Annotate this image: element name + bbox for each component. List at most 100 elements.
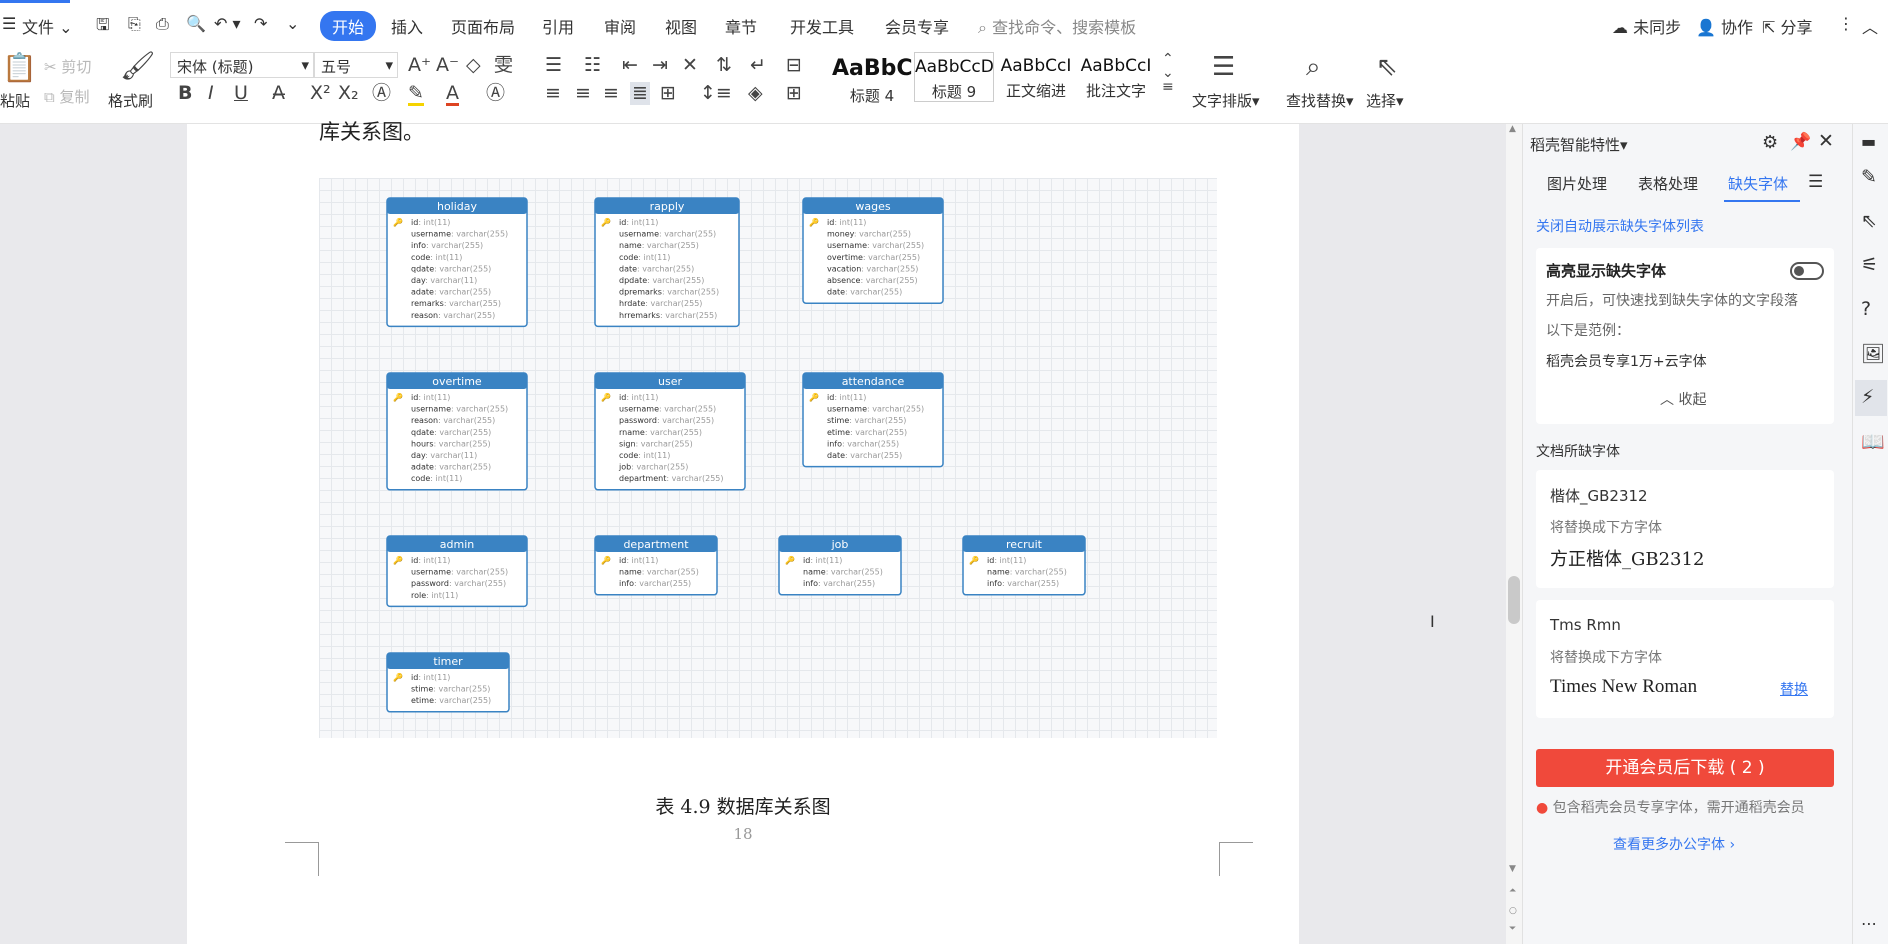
help-icon[interactable]: ? [1861,298,1871,320]
export-pdf-icon[interactable]: ⎘ [128,14,141,34]
tab-chapter[interactable]: 章节 [725,14,757,38]
image-icon[interactable]: 🖼 [1861,342,1885,365]
char-border-icon[interactable]: Ⓐ [486,84,505,103]
decrease-indent-icon[interactable]: ⇤ [622,56,638,75]
close-icon[interactable]: ✕ [1818,130,1834,152]
superscript-icon[interactable]: X² [310,84,331,103]
styles-scroll-icon[interactable]: ⌃ ⌄ ≡ [1162,52,1174,94]
find-replace-button[interactable]: 查找替换▾ [1286,90,1354,111]
more-fonts-link[interactable]: 查看更多办公字体 › [1613,834,1735,854]
select-cursor-icon[interactable]: ⇖ [1376,54,1398,80]
format-painter-icon[interactable]: 🖌 [120,52,156,80]
tab-insert[interactable]: 插入 [391,14,423,38]
command-search[interactable]: ⌕ 查找命令、搜索模板 [978,14,1136,38]
paste-button[interactable]: 粘贴 [0,90,30,111]
align-right-icon[interactable]: ≡ [603,84,619,103]
shading-icon[interactable]: ◈ [748,84,763,103]
bold-icon[interactable]: B [178,84,192,103]
shrink-font-icon[interactable]: A⁻ [436,56,459,75]
tab-home[interactable]: 开始 [320,11,377,41]
scroll-down-icon[interactable]: ▼ [1509,864,1516,874]
close-auto-show-link[interactable]: 关闭自动展示缺失字体列表 [1536,216,1704,236]
sliders-icon[interactable]: ⚟ [1861,254,1878,276]
text-layout-icon[interactable]: ☰ [1212,54,1235,80]
page-select-icon[interactable]: ○ [1509,906,1517,916]
align-center-icon[interactable]: ≡ [575,84,591,103]
panel-tab-image[interactable]: 图片处理 [1547,173,1607,194]
document-page[interactable]: 库关系图。 holiday 🔑 id: int(11) username: varch… [187,120,1299,944]
align-left-icon[interactable]: ≡ [545,84,561,103]
scroll-thumb[interactable] [1508,576,1520,624]
more-icon[interactable]: ⋮ [1838,14,1854,33]
copy-button[interactable]: ⧉ 复制 [44,86,90,107]
italic-icon[interactable]: I [208,84,214,103]
pen-icon[interactable]: ✎ [1861,166,1877,188]
prev-page-icon[interactable]: ⏶ [1509,886,1516,896]
tab-review[interactable]: 审阅 [604,14,636,38]
share-button[interactable]: ⇱ 分享 [1762,14,1813,38]
justify-icon[interactable]: ≣ [630,82,650,105]
print-preview-icon[interactable]: 🔍 [186,14,206,33]
line-spacing-icon[interactable]: ↕≡ [700,84,732,103]
download-button[interactable]: 开通会员后下载 ( 2 ) [1536,749,1834,787]
menu-icon[interactable]: ☰ [1808,172,1823,192]
highlight-toggle[interactable] [1790,262,1824,280]
tab-references[interactable]: 引用 [542,14,574,38]
more-icon[interactable]: ⋯ [1861,914,1877,933]
collapse-ribbon-icon[interactable]: ︿ [1862,14,1878,38]
paste-icon[interactable]: 📋 [2,54,37,82]
next-page-icon[interactable]: ⏷ [1509,924,1516,934]
cursor-icon[interactable]: ⇖ [1861,210,1877,232]
numbered-list-icon[interactable]: ☷ [584,56,601,75]
bar-icon[interactable]: ▬ [1861,132,1876,151]
font-color-icon[interactable]: A [446,84,459,106]
erd-diagram-image[interactable]: holiday 🔑 id: int(11) username: varchar(255… [319,178,1217,738]
quick-access-dropdown-icon[interactable]: ⌄ [286,14,299,33]
sync-status[interactable]: ☁ 未同步 [1612,14,1681,38]
style-heading-4[interactable]: AaBbC 标题 4 [832,52,912,105]
strikethrough-icon[interactable]: A̶ [272,84,285,103]
replace-link[interactable]: 替换 [1780,679,1808,699]
grow-font-icon[interactable]: A⁺ [408,56,431,75]
highlight-icon[interactable]: ✎ [408,84,424,106]
font-family-select[interactable]: 宋体 (标题) ▾ [170,52,314,78]
hamburger-icon[interactable]: ☰ [2,14,16,33]
file-menu[interactable]: 文件 ⌄ [22,14,82,38]
clear-format-icon[interactable]: ◇ [466,56,481,75]
panel-title[interactable]: 稻壳智能特性▾ [1530,134,1628,155]
underline-icon[interactable]: U [234,84,248,103]
collaborate-button[interactable]: 👤 协作 [1696,14,1753,38]
cut-button[interactable]: ✂ 剪切 [44,56,91,77]
distribute-icon[interactable]: ⊞ [660,84,676,103]
print-icon[interactable]: ⎙ [156,14,169,34]
phonetic-icon[interactable]: 雯 [494,56,513,75]
bullet-list-icon[interactable]: ☰ [545,56,562,75]
panel-tab-table[interactable]: 表格处理 [1638,173,1698,194]
format-painter-button[interactable]: 格式刷 [108,90,153,111]
font-size-select[interactable]: 五号 ▾ [314,52,398,78]
sort-icon[interactable]: ⇅ [716,56,732,75]
subscript-icon[interactable]: X₂ [338,84,359,103]
settings-gear-icon[interactable]: ⚙ [1762,132,1778,153]
style-body-indent[interactable]: AaBbCcI 正文缩进 [996,52,1076,102]
smart-feature-tab[interactable]: ⚡ [1855,380,1887,416]
borders-icon[interactable]: ⊞ [786,84,802,103]
increase-indent-icon[interactable]: ⇥ [652,56,668,75]
undo-icon[interactable]: ↶ ▾ [214,14,241,33]
panel-tab-missing-font[interactable]: 缺失字体 [1728,173,1788,194]
text-layout-button[interactable]: 文字排版▾ [1192,90,1260,111]
tab-developer[interactable]: 开发工具 [790,14,854,38]
find-replace-icon[interactable]: ⌕ [1306,54,1321,80]
save-icon[interactable]: 🖫 [96,14,110,41]
book-icon[interactable]: 📖 [1861,430,1885,453]
redo-icon[interactable]: ↷ [254,14,267,33]
tab-view[interactable]: 视图 [665,14,697,38]
tab-page-layout[interactable]: 页面布局 [451,14,515,38]
table-icon[interactable]: ⊟ [786,56,802,75]
style-comment-text[interactable]: AaBbCcI 批注文字 [1076,52,1156,102]
scroll-up-icon[interactable]: ▲ [1509,124,1516,134]
vertical-scrollbar[interactable]: ▲ ▼ ⏶ ○ ⏷ [1506,124,1522,944]
text-effect-icon[interactable]: Ⓐ [372,84,391,103]
style-heading-9[interactable]: AaBbCcDd 标题 9 [914,52,994,102]
show-marks-icon[interactable]: ↵ [750,56,766,75]
